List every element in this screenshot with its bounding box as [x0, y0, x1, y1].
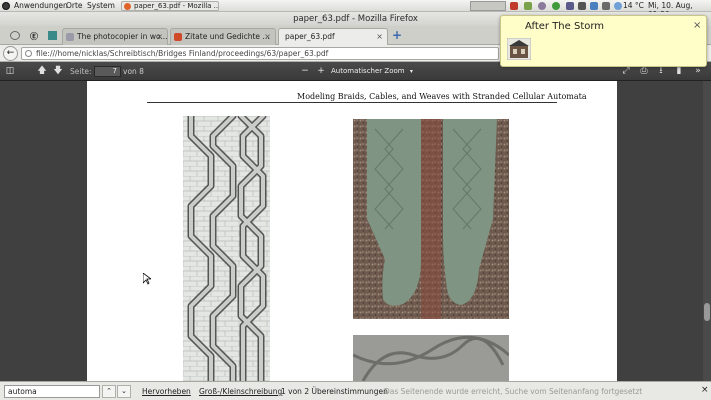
volume-icon[interactable] [578, 2, 586, 10]
header-rule [147, 102, 557, 103]
tab-paper-pdf[interactable]: paper_63.pdf × [278, 28, 388, 46]
taskbar-label: paper_63.pdf - Mozilla ... [134, 2, 219, 10]
next-page-button[interactable]: 🡇 [52, 65, 64, 77]
find-input[interactable]: automa [4, 385, 100, 398]
notification-bubble[interactable]: After The Storm × [500, 15, 707, 67]
tab-scroll-icon[interactable] [10, 31, 20, 40]
album-art-icon [507, 38, 531, 60]
braid-diagram [183, 116, 270, 381]
zoom-in-button[interactable]: + [315, 65, 327, 77]
page-label: Seite: [70, 67, 92, 76]
find-bar: automa ⌃ ⌄ Hervorheben Groß-/Kleinschrei… [0, 381, 711, 400]
knit-closeup-photo [353, 335, 509, 381]
previous-page-button[interactable]: 🡅 [36, 65, 48, 77]
top-panel: Anwendungen Orte System paper_63.pdf - M… [0, 0, 711, 19]
menu-applications[interactable]: Anwendungen [14, 1, 68, 10]
applet-icon[interactable] [510, 2, 518, 10]
window-title: paper_63.pdf - Mozilla Firefox [293, 14, 418, 24]
close-tab-icon[interactable]: × [156, 29, 163, 44]
workspace-switcher[interactable] [470, 1, 506, 11]
update-icon[interactable] [566, 2, 574, 10]
tab-favicon [174, 33, 182, 41]
tab-label: paper_63.pdf [285, 32, 335, 41]
match-count: 1 von 2 Übereinstimmungen [281, 387, 388, 396]
tab-favicon [66, 33, 74, 41]
find-previous-button[interactable]: ⌃ [102, 385, 116, 398]
info-icon [25, 50, 32, 57]
pinned-tab-icon[interactable]: Ⓔ [30, 31, 39, 41]
gnome-foot-icon[interactable] [2, 2, 10, 10]
find-next-button[interactable]: ⌄ [117, 385, 131, 398]
taskbar-firefox-window[interactable]: paper_63.pdf - Mozilla ... [121, 1, 219, 11]
match-case-toggle[interactable]: Groß-/Kleinschreibung [199, 387, 282, 396]
notification-close-icon[interactable]: × [693, 20, 701, 31]
gear-icon[interactable] [538, 2, 546, 10]
battery-icon[interactable] [590, 2, 598, 10]
menu-places[interactable]: Orte [66, 1, 83, 10]
notification-title: After The Storm [525, 21, 605, 32]
highlight-all-toggle[interactable]: Hervorheben [142, 387, 191, 396]
pdf-viewer[interactable]: Modeling Braids, Cables, and Weaves with… [0, 81, 711, 381]
weather-icon[interactable] [614, 2, 622, 10]
new-tab-button[interactable]: + [392, 28, 402, 42]
close-tab-icon[interactable]: × [376, 29, 383, 44]
tab-zitate[interactable]: Zitate und Gedichte ... × [170, 28, 276, 45]
chat-icon[interactable] [552, 2, 560, 10]
zoom-value: Automatischer Zoom [331, 67, 405, 75]
find-status: Das Seitenende wurde erreicht, Suche vom… [384, 387, 643, 396]
zoom-select[interactable]: Automatischer Zoom ▾ [331, 66, 413, 77]
url-text: file:///home/nicklas/Schreibtisch/Bridge… [36, 49, 329, 58]
socks-photo [353, 119, 509, 319]
sidebar-toggle-icon[interactable]: ◫ [4, 65, 16, 77]
tab-label: Zitate und Gedichte ... [185, 32, 270, 41]
tab-photocopier[interactable]: The photocopier in wo... × [62, 28, 168, 45]
tab-label: The photocopier in wo... [77, 32, 168, 41]
page-number-input[interactable]: 7 [94, 66, 121, 77]
close-tab-icon[interactable]: × [264, 29, 271, 44]
chevron-down-icon: ▾ [409, 68, 413, 75]
zoom-out-button[interactable]: − [299, 65, 311, 77]
weather-temp[interactable]: 14 °C [623, 1, 644, 10]
signal-icon[interactable] [602, 2, 610, 10]
menu-system[interactable]: System [87, 1, 115, 10]
pinned-tab-2-icon[interactable] [48, 31, 57, 40]
url-bar[interactable]: file:///home/nicklas/Schreibtisch/Bridge… [21, 47, 499, 60]
back-button[interactable]: ← [3, 46, 18, 61]
firefox-icon [124, 3, 131, 10]
vertical-scrollbar[interactable] [703, 81, 711, 381]
mouse-cursor [143, 273, 151, 285]
network-icon[interactable] [524, 2, 532, 10]
page-count: von 8 [123, 67, 144, 76]
close-findbar-icon[interactable]: × [701, 385, 709, 395]
running-header: Modeling Braids, Cables, and Weaves with… [297, 92, 587, 101]
scrollbar-thumb[interactable] [704, 303, 710, 321]
pdf-page: Modeling Braids, Cables, and Weaves with… [87, 81, 617, 381]
